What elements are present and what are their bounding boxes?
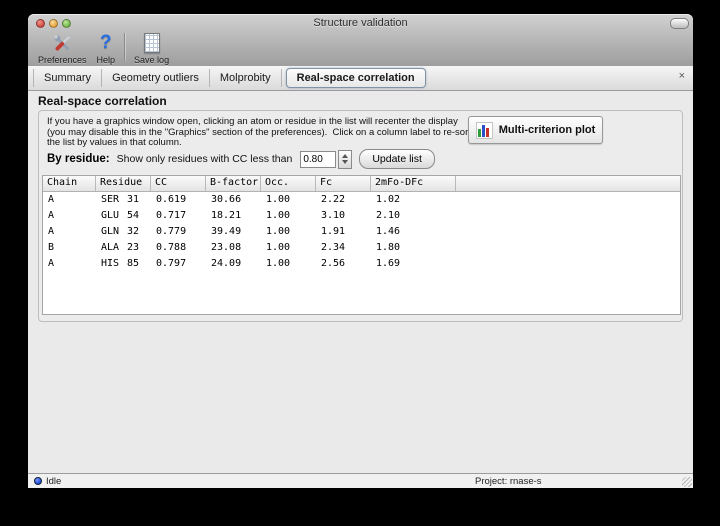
- update-list-button[interactable]: Update list: [359, 149, 435, 169]
- toolbar-toggle-button[interactable]: [670, 18, 689, 29]
- window-title: Structure validation: [313, 17, 408, 29]
- page-title: Real-space correlation: [38, 94, 167, 108]
- column-header-filler: [456, 176, 680, 191]
- table-header-row: Chain Residue CC B-factor Occ. Fc 2mFo-DFc: [43, 176, 680, 192]
- table-row[interactable]: A SER 31 0.619 30.66 1.00 2.22 1.02: [43, 192, 680, 208]
- tab-real-space-correlation[interactable]: Real-space correlation: [285, 68, 426, 88]
- by-residue-label: By residue:: [47, 153, 110, 165]
- multi-criterion-plot-label: Multi-criterion plot: [498, 124, 596, 136]
- preferences-button[interactable]: Preferences: [33, 32, 92, 65]
- column-header-occ-[interactable]: Occ.: [261, 176, 316, 191]
- table-row[interactable]: A GLN 32 0.779 39.49 1.00 1.91 1.46: [43, 224, 680, 240]
- filter-row: By residue: Show only residues with CC l…: [47, 149, 435, 169]
- project-name: Project: rnase-s: [475, 476, 542, 487]
- status-state: Idle: [46, 476, 62, 487]
- structure-validation-window: Structure validation Preferences ? Help …: [28, 14, 693, 488]
- resize-grip[interactable]: [682, 477, 692, 487]
- column-header-2mfo-dfc[interactable]: 2mFo-DFc: [371, 176, 456, 191]
- table-body: A SER 31 0.619 30.66 1.00 2.22 1.02 A GLU…: [43, 192, 680, 272]
- residue-table: Chain Residue CC B-factor Occ. Fc 2mFo-DFc A S…: [42, 175, 681, 315]
- toolbar: Preferences ? Help Save log: [33, 32, 174, 66]
- tab-bar: Summary Geometry outliers Molprobity Rea…: [28, 66, 693, 91]
- stepper-up-icon[interactable]: [342, 154, 349, 158]
- column-header-fc[interactable]: Fc: [316, 176, 371, 191]
- info-line-3: the list by values in that column.: [47, 137, 182, 148]
- table-row[interactable]: A GLU 54 0.717 18.21 1.00 3.10 2.10: [43, 208, 680, 224]
- column-header-chain[interactable]: Chain: [43, 176, 96, 191]
- column-header-residue[interactable]: Residue: [96, 176, 151, 191]
- desktop-background: Structure validation Preferences ? Help …: [0, 0, 720, 526]
- update-list-label: Update list: [372, 153, 422, 165]
- info-line-2: (you may disable this in the "Graphics" …: [47, 126, 471, 138]
- stepper-down-icon[interactable]: [342, 160, 349, 164]
- column-header-cc[interactable]: CC: [151, 176, 206, 191]
- spreadsheet-icon: [143, 32, 160, 54]
- tab-close-icon[interactable]: ×: [679, 70, 685, 82]
- tab-content: Real-space correlation If you have a gra…: [28, 92, 693, 473]
- help-label: Help: [96, 55, 116, 65]
- column-header-b-factor[interactable]: B-factor: [206, 176, 261, 191]
- cc-threshold-stepper[interactable]: [338, 149, 353, 169]
- save-log-label: Save log: [134, 55, 170, 65]
- info-line-1: If you have a graphics window open, clic…: [47, 116, 458, 127]
- status-bar: Idle Project: rnase-s: [28, 473, 693, 488]
- tab-summary[interactable]: Summary: [33, 69, 103, 87]
- status-indicator-icon: [34, 477, 42, 485]
- window-chrome: Structure validation Preferences ? Help …: [28, 14, 693, 67]
- help-button[interactable]: ? Help: [92, 32, 121, 66]
- toolbar-separator: [124, 33, 126, 61]
- tab-molprobity[interactable]: Molprobity: [210, 69, 282, 87]
- multi-criterion-plot-button[interactable]: Multi-criterion plot: [468, 116, 603, 144]
- tab-geometry-outliers[interactable]: Geometry outliers: [102, 69, 210, 87]
- tools-icon: [51, 32, 74, 54]
- title-bar[interactable]: Structure validation: [28, 14, 693, 32]
- info-text: If you have a graphics window open, clic…: [47, 116, 471, 149]
- bar-chart-icon: [475, 121, 493, 139]
- table-row[interactable]: A HIS 85 0.797 24.09 1.00 2.56 1.69: [43, 256, 680, 272]
- cc-threshold-prompt: Show only residues with CC less than: [116, 153, 293, 165]
- cc-threshold-input[interactable]: [300, 150, 337, 168]
- real-space-correlation-panel: If you have a graphics window open, clic…: [38, 110, 683, 322]
- save-log-button[interactable]: Save log: [129, 32, 174, 65]
- table-row[interactable]: B ALA 23 0.788 23.08 1.00 2.34 1.80: [43, 240, 680, 256]
- help-question-icon: ?: [99, 32, 112, 53]
- preferences-label: Preferences: [38, 55, 87, 65]
